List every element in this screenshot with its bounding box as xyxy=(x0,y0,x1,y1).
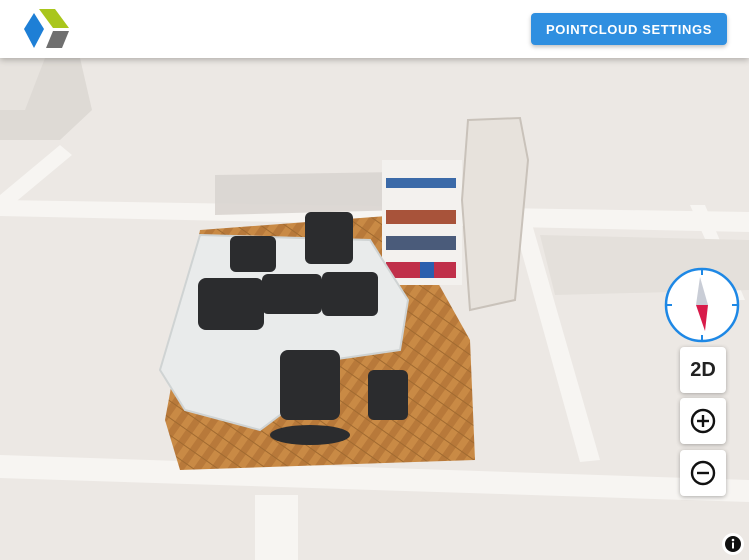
attribution-button[interactable] xyxy=(722,533,744,555)
info-icon xyxy=(725,536,741,552)
compass-icon[interactable] xyxy=(664,267,740,343)
pointcloud-settings-button[interactable]: POINTCLOUD SETTINGS xyxy=(531,13,727,45)
zoom-in-button[interactable] xyxy=(680,398,726,444)
wall-pointcloud xyxy=(215,172,405,215)
plus-circle-icon xyxy=(690,408,716,434)
minus-circle-icon xyxy=(690,460,716,486)
map-canvas[interactable] xyxy=(0,58,749,560)
cube-logo-icon[interactable] xyxy=(22,8,70,50)
shelf-pointcloud xyxy=(382,160,462,285)
view-2d-toggle-button[interactable]: 2D xyxy=(680,347,726,393)
zoom-out-button[interactable] xyxy=(680,450,726,496)
top-bar: POINTCLOUD SETTINGS xyxy=(0,0,749,58)
